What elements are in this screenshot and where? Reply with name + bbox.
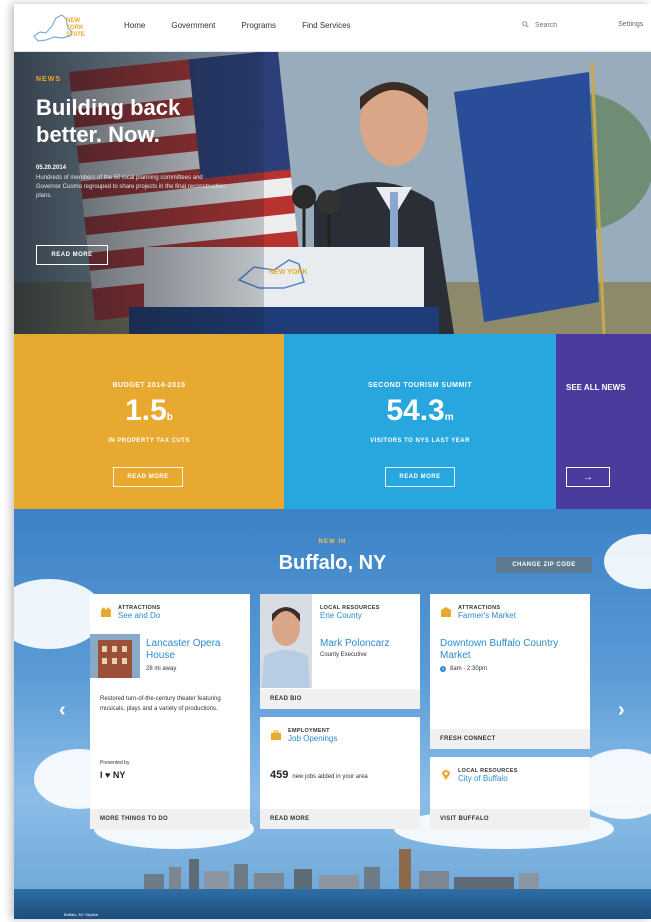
card-distance: 28 mi away: [146, 666, 177, 672]
local-eyebrow: NEW IN: [318, 539, 347, 545]
card-header: EMPLOYMENT Job Openings: [288, 728, 337, 743]
main-nav: Home Government Programs Find Services: [124, 21, 377, 30]
see-all-news-label[interactable]: SEE ALL NEWS: [566, 382, 626, 393]
job-count-text: new jobs added in your area: [292, 774, 368, 780]
svg-text:NEW YORK: NEW YORK: [269, 269, 307, 276]
settings-link[interactable]: Settings: [618, 21, 643, 28]
i-love-ny-logo: I ♥ NY: [100, 770, 126, 780]
stat-value: 54.3m: [386, 394, 454, 427]
card-subcategory[interactable]: Erie County: [320, 611, 380, 620]
stat-sub: VISITORS TO NYS LAST YEAR: [370, 438, 470, 444]
hero-text: Hundreds of members of the 50 local plan…: [36, 175, 226, 199]
stat-sub: IN PROPERTY TAX CUTS: [108, 438, 190, 444]
fresh-connect-link[interactable]: FRESH CONNECT: [430, 729, 590, 749]
stat-value: 1.5b: [125, 394, 173, 427]
hero-date: 05.20.2014: [36, 165, 67, 171]
card-title-link[interactable]: Downtown Buffalo Country Market: [440, 638, 580, 662]
nav-find-services[interactable]: Find Services: [302, 21, 350, 30]
nav-programs[interactable]: Programs: [241, 21, 276, 30]
photo-caption: Buffalo, NY Skyline: [64, 912, 99, 917]
change-zip-button[interactable]: CHANGE ZIP CODE: [496, 557, 592, 573]
visit-buffalo-link[interactable]: VISIT BUFFALO: [430, 809, 590, 829]
local-section: NEW IN Buffalo, NY CHANGE ZIP CODE ‹ › A…: [14, 509, 651, 919]
search-icon[interactable]: [522, 21, 529, 30]
card-subcategory[interactable]: City of Buffalo: [458, 774, 518, 783]
hero-read-more-button[interactable]: READ MORE: [36, 245, 108, 265]
search-input[interactable]: [535, 22, 587, 29]
market-time: 8am - 2:30pm: [450, 666, 488, 672]
carousel-prev-button[interactable]: ‹: [59, 699, 66, 722]
nys-logo[interactable]: NEW YORK STATE: [32, 10, 94, 46]
read-bio-link[interactable]: READ BIO: [260, 689, 420, 709]
card-attractions: ATTRACTIONS See and Do Lancaster Opera H…: [90, 594, 250, 829]
card-county-executive: LOCAL RESOURCES Erie County Mark Polonca…: [260, 594, 420, 709]
card-subcategory[interactable]: See and Do: [118, 611, 160, 620]
lake-water: [14, 889, 651, 919]
clock-icon: [440, 666, 446, 672]
job-count: 459 new jobs added in your area: [270, 769, 368, 781]
svg-text:STATE: STATE: [66, 32, 85, 38]
carousel-next-button[interactable]: ›: [618, 699, 625, 722]
read-more-link[interactable]: READ MORE: [260, 809, 420, 829]
hero-banner: NEW YORK NEWS Building back better. Now.…: [14, 52, 651, 334]
nav-home[interactable]: Home: [124, 21, 145, 30]
presented-by-label: Presented by: [100, 760, 130, 766]
card-description: Restored turn-of-the-century theater fea…: [100, 696, 221, 712]
arrow-right-icon[interactable]: →: [566, 467, 610, 487]
job-count-number: 459: [270, 769, 289, 781]
stats-row: BUDGET 2014-2015 1.5b IN PROPERTY TAX CU…: [14, 334, 651, 509]
search-box: [522, 21, 587, 30]
card-title-link[interactable]: Lancaster Opera House: [146, 638, 241, 662]
card-employment: EMPLOYMENT Job Openings 459 new jobs add…: [260, 717, 420, 829]
landmark-icon: [101, 607, 111, 617]
page: NEW YORK STATE Home Government Programs …: [14, 4, 651, 919]
map-pin-icon: [442, 770, 450, 780]
see-all-news-panel[interactable]: SEE ALL NEWS →: [556, 334, 651, 509]
nav-government[interactable]: Government: [171, 21, 215, 30]
stat-eyebrow: BUDGET 2014-2015: [112, 382, 186, 389]
card-farmers-market: ATTRACTIONS Farmer's Market Downtown Buf…: [430, 594, 590, 749]
card-subcategory[interactable]: Farmer's Market: [458, 611, 516, 620]
card-header: LOCAL RESOURCES City of Buffalo: [458, 768, 518, 783]
stat-budget: BUDGET 2014-2015 1.5b IN PROPERTY TAX CU…: [14, 334, 284, 509]
card-header: ATTRACTIONS Farmer's Market: [458, 605, 516, 620]
landmark-icon: [441, 607, 451, 617]
hero-eyebrow: NEWS: [36, 76, 61, 83]
card-subcategory[interactable]: Job Openings: [288, 734, 337, 743]
header: NEW YORK STATE Home Government Programs …: [14, 4, 651, 52]
stat-read-more-button[interactable]: READ MORE: [113, 467, 183, 487]
briefcase-icon: [271, 730, 281, 740]
card-city-of-buffalo: LOCAL RESOURCES City of Buffalo VISIT BU…: [430, 757, 590, 829]
card-header: LOCAL RESOURCES Erie County: [320, 605, 380, 620]
stat-tourism: SECOND TOURISM SUMMIT 54.3m VISITORS TO …: [284, 334, 556, 509]
card-role: County Executive: [320, 652, 367, 658]
stat-read-more-button[interactable]: READ MORE: [385, 467, 455, 487]
hero-title: Building back better. Now.: [36, 95, 181, 147]
svg-text:YORK: YORK: [66, 25, 84, 31]
market-hours: 8am - 2:30pm: [440, 666, 487, 672]
more-things-link[interactable]: MORE THINGS TO DO: [90, 809, 250, 829]
county-executive-photo: [260, 594, 312, 688]
card-title-link[interactable]: Mark Poloncarz: [320, 638, 389, 650]
stat-eyebrow: SECOND TOURISM SUMMIT: [367, 382, 473, 389]
card-header: ATTRACTIONS See and Do: [118, 605, 160, 620]
svg-text:NEW: NEW: [66, 18, 80, 24]
opera-house-photo: [90, 634, 140, 678]
